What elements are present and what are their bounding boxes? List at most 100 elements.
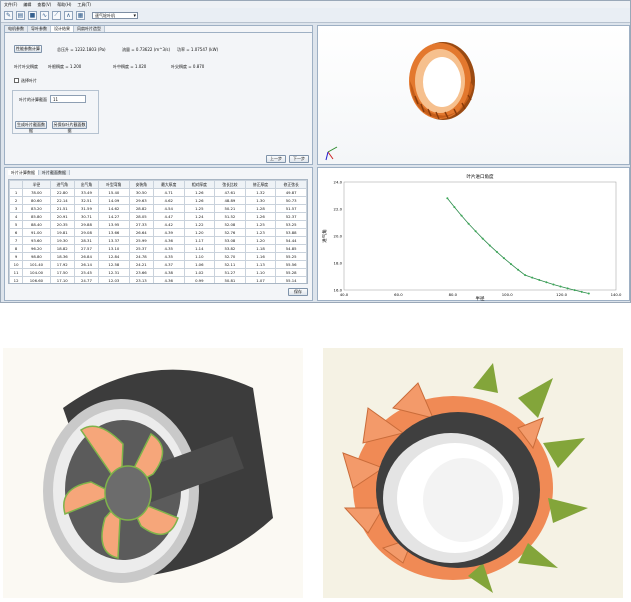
save-section-button[interactable]: 另保存叶片截面数据 [52,121,87,133]
table-row[interactable]: 2 80.60 22.14 32.51 14.09 29.63 4.62 1.26 48.89 1… [9,196,307,205]
tab-calc-data[interactable]: 叶片计算数据 [8,170,39,175]
table-cell: 4.71 [152,188,185,197]
table-row[interactable]: 5 88.40 20.35 29.88 13.95 27.33 4.42 1.22 52.08 1… [9,220,307,229]
table-cell: 106.60 [22,276,51,283]
data-table-container[interactable]: 半径 进气角 出气角 叶型弯角 安装角 最大厚度 相对厚度 弦长比较 修正厚度 修正弦长 1 78.… [8,179,308,284]
table-cell: 1.25 [244,220,277,229]
tab-blade-shape[interactable]: 风扇叶片造型 [74,26,105,32]
y-tick-label: 24.0 [334,180,343,185]
table-row[interactable]: 4 85.80 20.91 30.71 14.27 28.05 4.47 1.24 51.52 1… [9,212,307,221]
table-row[interactable]: 8 96.20 18.82 27.57 13.10 25.37 4.35 1.14 53.82 1… [9,244,307,253]
table-row[interactable]: 3 83.20 21.51 31.59 14.62 28.82 4.54 1.25 50.21 1… [9,204,307,213]
prev-step-button[interactable]: 上一步 [266,155,286,163]
table-row[interactable]: 12 106.60 17.10 24.77 12.03 23.13 4.36 0.99 50.8… [9,276,307,283]
curve-icon[interactable]: ∿ [40,10,49,20]
table-cell: 49.87 [275,188,307,197]
mid-solidity-value: 叶中稠度 = 1.020 [113,64,147,69]
column-header[interactable]: 修正厚度 [244,180,277,189]
table-row[interactable]: 6 91.00 19.81 29.08 13.66 26.64 4.39 1.20 52.76 1… [9,228,307,237]
column-header[interactable]: 相对厚度 [183,180,216,189]
table-cell: 55.25 [275,252,307,261]
tab-guide-vane[interactable]: 导叶参数 [28,26,51,32]
table-cell: 10 [9,260,24,269]
table-cell: 33.49 [73,188,100,197]
table-cell: 1.26 [244,212,277,221]
column-header[interactable]: 弦长比较 [214,180,246,189]
select-blade-checkbox[interactable] [14,78,19,83]
peak-icon[interactable]: ∧ [64,10,73,20]
data-point [580,290,583,293]
tab-motor[interactable]: 电机参数 [5,26,28,32]
column-header[interactable]: 进气角 [49,180,75,189]
save-button[interactable]: 保存 [288,288,308,296]
table-cell: 51.52 [214,212,246,221]
parameter-tabs: 电机参数 导叶参数 设计结果 风扇叶片造型 [5,26,312,33]
data-point [474,230,477,233]
column-header[interactable]: 修正弦长 [275,180,307,189]
table-cell: 4.35 [152,244,185,253]
column-header[interactable]: 半径 [22,180,51,189]
table-cell: 91.00 [22,228,51,237]
table-cell: 4.47 [152,212,185,221]
data-table: 半径 进气角 出气角 叶型弯角 安装角 最大厚度 相对厚度 弦长比较 修正厚度 修正弦长 1 78.… [9,180,307,283]
3d-viewport[interactable] [317,25,630,165]
table-cell: 14.27 [98,212,130,221]
table-cell: 4.36 [152,276,185,283]
table-cell: 27.57 [73,244,100,253]
data-point [510,263,513,266]
table-cell: 19.30 [49,236,75,245]
blade-type-select[interactable]: 速气轮叶机 [92,11,138,19]
table-cell: 28.31 [73,236,100,245]
grid-icon[interactable]: ▦ [76,10,85,20]
select-blade-label: 选择叶片 [21,78,37,83]
data-point [460,214,463,217]
table-cell: 1.23 [244,228,277,237]
data-point [538,279,541,282]
column-header[interactable]: 叶型弯角 [98,180,130,189]
menu-file[interactable]: 文件(F) [4,2,17,8]
data-point [495,250,498,253]
table-row[interactable]: 11 104.00 17.50 25.45 12.31 23.66 4.38 1.02 51.2… [9,268,307,277]
menu-tools[interactable]: 工具(T) [77,2,91,8]
calc-performance-button[interactable]: 性能参数计算 [14,45,42,53]
column-header[interactable]: 安装角 [128,180,154,189]
table-cell: 1.24 [183,212,216,221]
y-tick-label: 22.0 [334,207,343,212]
table-row[interactable]: 1 78.00 22.80 33.49 15.40 30.50 4.71 1.26 47.61 1… [9,188,307,197]
column-header[interactable]: 出气角 [73,180,100,189]
line-icon[interactable]: ⟋ [52,10,61,20]
x-tick-label: 100.0 [502,292,513,297]
section-count-spinner[interactable]: 11 [50,95,86,103]
table-cell: 55.14 [275,276,307,283]
table-row[interactable]: 10 101.40 17.92 26.14 12.58 24.21 4.37 1.06 52.1… [9,260,307,269]
table-cell: 52.08 [214,220,246,229]
column-header[interactable] [9,180,24,189]
table-row[interactable]: 9 98.80 18.36 26.84 12.84 24.78 4.35 1.10 52.70 1… [9,252,307,261]
generate-section-button[interactable]: 生成叶片截面数据 [15,121,47,133]
x-tick-label: 40.0 [340,292,349,297]
table-cell: 26.14 [73,260,100,269]
new-icon[interactable]: ✎ [4,10,13,20]
table-cell: 1.30 [244,196,277,205]
x-tick-label: 120.0 [556,292,567,297]
chart-title: 叶片进口角度 [467,173,494,180]
table-cell: 4.54 [152,204,185,213]
next-step-button[interactable]: 下一步 [289,155,309,163]
tab-section-data[interactable]: 叶片截面数据 [39,170,70,175]
save-icon[interactable]: ■ [28,10,37,20]
table-cell: 12.58 [98,260,130,269]
open-icon[interactable]: ▤ [16,10,25,20]
table-cell: 1.17 [183,236,216,245]
menu-view[interactable]: 查看(V) [37,2,51,8]
table-cell: 27.33 [128,220,154,229]
fan-ring-model [325,42,475,161]
table-cell: 25.45 [73,268,100,277]
table-cell: 52.76 [214,228,246,237]
menu-help[interactable]: 帮助(H) [57,2,71,8]
column-header[interactable]: 最大厚度 [152,180,185,189]
menu-edit[interactable]: 编辑 [23,2,31,8]
table-row[interactable]: 7 93.60 19.30 28.31 13.37 25.99 4.36 1.17 53.08 1… [9,236,307,245]
tab-design-result[interactable]: 设计结果 [51,26,74,32]
table-cell: 18.36 [49,252,75,261]
table-cell: 22.80 [49,188,75,197]
